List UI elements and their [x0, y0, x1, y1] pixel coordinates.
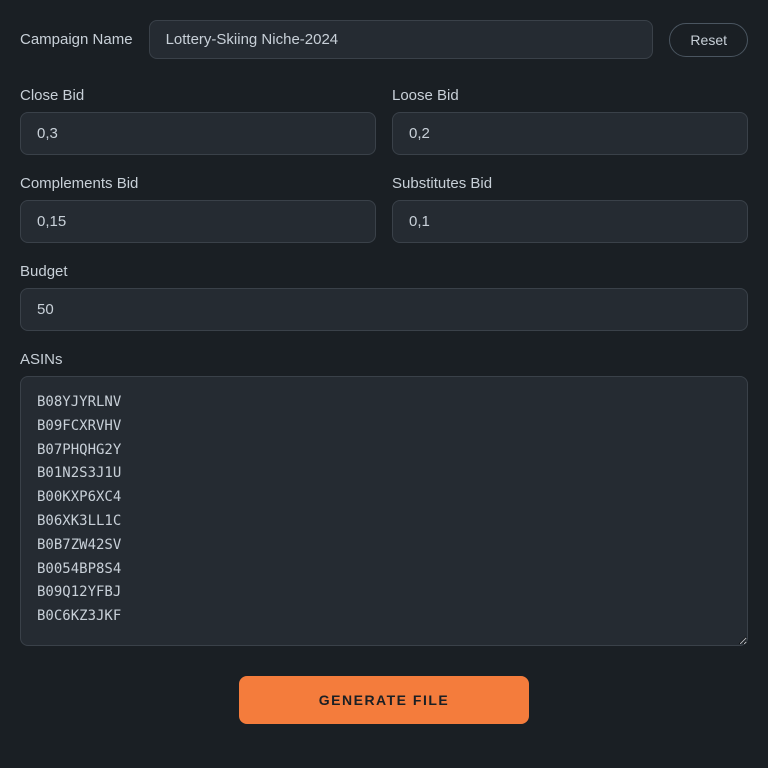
bid-row-2: Complements Bid Substitutes Bid [20, 175, 748, 243]
loose-bid-input[interactable] [392, 112, 748, 155]
loose-bid-label: Loose Bid [392, 87, 748, 104]
campaign-name-row: Campaign Name Reset [20, 20, 748, 59]
complements-bid-label: Complements Bid [20, 175, 376, 192]
asins-label: ASINs [20, 351, 748, 368]
generate-file-button[interactable]: GENERATE FILE [239, 676, 529, 724]
substitutes-bid-label: Substitutes Bid [392, 175, 748, 192]
complements-bid-group: Complements Bid [20, 175, 376, 243]
substitutes-bid-input[interactable] [392, 200, 748, 243]
close-bid-input[interactable] [20, 112, 376, 155]
complements-bid-input[interactable] [20, 200, 376, 243]
budget-input[interactable] [20, 288, 748, 331]
page-container: Campaign Name Reset Close Bid Loose Bid … [20, 20, 748, 724]
reset-button[interactable]: Reset [669, 23, 748, 57]
substitutes-bid-group: Substitutes Bid [392, 175, 748, 243]
campaign-name-label: Campaign Name [20, 31, 133, 48]
asins-textarea[interactable] [20, 376, 748, 646]
budget-group: Budget [20, 263, 748, 331]
close-bid-group: Close Bid [20, 87, 376, 155]
budget-label: Budget [20, 263, 748, 280]
asins-group: ASINs [20, 351, 748, 646]
close-bid-label: Close Bid [20, 87, 376, 104]
generate-button-container: GENERATE FILE [20, 676, 748, 724]
bid-row-1: Close Bid Loose Bid [20, 87, 748, 155]
loose-bid-group: Loose Bid [392, 87, 748, 155]
campaign-name-input[interactable] [149, 20, 654, 59]
